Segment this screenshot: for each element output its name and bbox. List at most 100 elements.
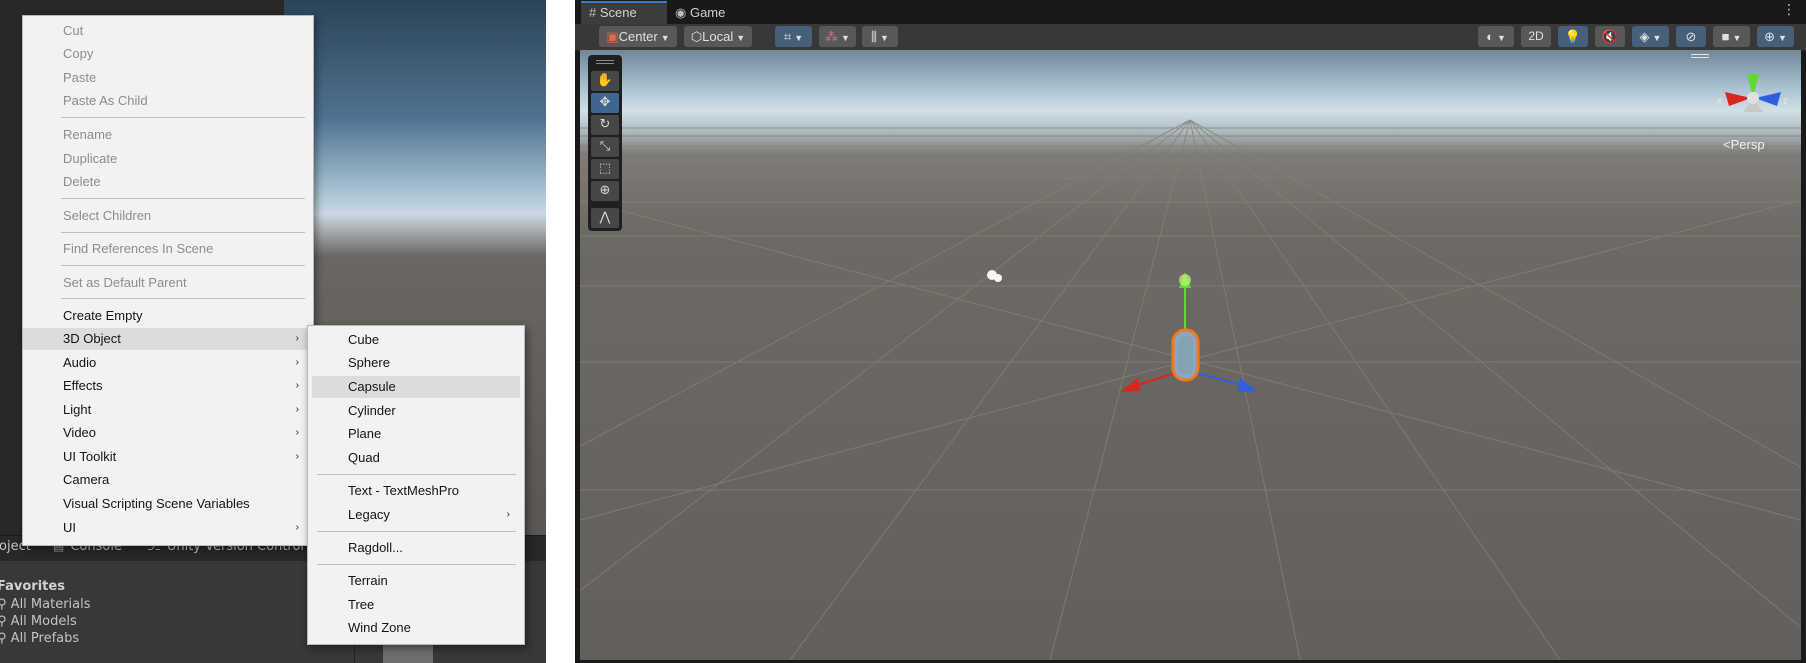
- submenu-item-wind-zone[interactable]: Wind Zone: [308, 617, 524, 639]
- chevron-down-icon: ▼: [1777, 33, 1787, 43]
- tab-scene[interactable]: # Scene: [581, 1, 667, 24]
- submenu-item-legacy[interactable]: Legacy ›: [308, 504, 524, 526]
- projection-toggle[interactable]: <Persp: [1723, 137, 1765, 152]
- increment-snap-toggle[interactable]: ⁂ ▼: [819, 26, 856, 47]
- menu-item-select-children[interactable]: Select Children: [23, 205, 313, 227]
- menu-item-paste[interactable]: Paste: [23, 67, 313, 89]
- favorites-header[interactable]: Favorites: [0, 579, 65, 594]
- camera-settings-dropdown[interactable]: ■ ▼: [1713, 26, 1750, 47]
- menu-item-cut[interactable]: Cut: [23, 20, 313, 42]
- menu-separator: [61, 117, 305, 118]
- menu-item-paste-as-child[interactable]: Paste As Child: [23, 90, 313, 112]
- menu-item-label: Legacy: [348, 507, 390, 522]
- 2d-mode-toggle[interactable]: 2D: [1521, 26, 1551, 47]
- scene-viewport[interactable]: ✋ ✥ ↻ ⤡ ⬚ ⊕ ⋀ x z <Persp: [580, 50, 1801, 660]
- chevron-right-icon: ›: [295, 522, 299, 533]
- submenu-item-capsule[interactable]: Capsule: [312, 376, 520, 398]
- transform-tool-icon[interactable]: ⊕: [591, 181, 619, 201]
- menu-item-delete[interactable]: Delete: [23, 171, 313, 193]
- scene-visibility-toggle[interactable]: ⊘: [1676, 26, 1706, 47]
- gamepad-icon: ◉: [675, 5, 687, 20]
- grid-snap-toggle[interactable]: ⌗ ▼: [775, 26, 812, 47]
- camera-icon: ■: [1721, 29, 1730, 44]
- orientation-gizmo[interactable]: x z: [1713, 62, 1793, 132]
- rect-tool-icon[interactable]: ⬚: [591, 159, 619, 179]
- chevron-down-icon: ▼: [736, 33, 746, 43]
- menu-item-label: Light: [63, 402, 92, 417]
- scale-tool-icon[interactable]: ⤡: [591, 137, 619, 157]
- submenu-item-plane[interactable]: Plane: [308, 423, 524, 445]
- menu-separator: [61, 232, 305, 233]
- menu-item-duplicate[interactable]: Duplicate: [23, 148, 313, 170]
- lighting-toggle[interactable]: 💡: [1558, 26, 1588, 47]
- chevron-right-icon: ›: [506, 509, 510, 520]
- menu-item-create-empty[interactable]: Create Empty: [23, 305, 313, 327]
- favorite-label: All Materials: [10, 597, 91, 612]
- menu-item-label: UI Toolkit: [63, 449, 117, 464]
- layers-icon: ◈: [1639, 29, 1650, 44]
- chevron-left-icon: <: [1723, 137, 1731, 152]
- menu-item-set-default-parent[interactable]: Set as Default Parent: [23, 272, 313, 294]
- orientation-gizmo-menu-icon[interactable]: [1691, 54, 1709, 55]
- gizmo-globe-icon: ⊕: [1764, 29, 1775, 44]
- scene-window: # Scene ◉ Game ⋮ ▣Center ▼ ⬡Local ▼ ⌗ ▼ ⁂ ▼ …: [575, 0, 1806, 663]
- chevron-right-icon: ›: [295, 357, 299, 368]
- menu-item-find-references[interactable]: Find References In Scene: [23, 238, 313, 260]
- search-icon: ⚲: [0, 597, 7, 612]
- draw-mode-dropdown[interactable]: ◐ ▼: [1478, 26, 1514, 47]
- pivot-mode-label: Center: [618, 29, 658, 44]
- chevron-down-icon: ▼: [1496, 33, 1506, 43]
- chevron-right-icon: ›: [295, 451, 299, 462]
- grid-snap-icon: ⌗: [783, 29, 792, 44]
- custom-tool-icon[interactable]: ⋀: [591, 208, 619, 228]
- axis-z-label: z: [1783, 96, 1788, 107]
- hand-tool-icon[interactable]: ✋: [591, 71, 619, 91]
- submenu-item-cube[interactable]: Cube: [308, 329, 524, 351]
- menu-separator: [317, 531, 516, 532]
- chevron-right-icon: ›: [295, 380, 299, 391]
- submenu-item-quad[interactable]: Quad: [308, 447, 524, 469]
- menu-item-ui-toolkit[interactable]: UI Toolkit ›: [23, 446, 313, 468]
- move-tool-icon[interactable]: ✥: [591, 93, 619, 113]
- rotate-tool-icon[interactable]: ↻: [591, 115, 619, 135]
- pivot-mode-dropdown[interactable]: ▣Center ▼: [599, 26, 677, 47]
- menu-item-rename[interactable]: Rename: [23, 124, 313, 146]
- menu-item-video[interactable]: Video ›: [23, 422, 313, 444]
- chevron-right-icon: ›: [295, 404, 299, 415]
- menu-item-label: Video: [63, 425, 97, 440]
- menu-item-light[interactable]: Light ›: [23, 399, 313, 421]
- menu-item-camera[interactable]: Camera: [23, 469, 313, 491]
- menu-item-visual-scripting[interactable]: Visual Scripting Scene Variables: [23, 493, 313, 515]
- align-dropdown[interactable]: ⫼ ▼: [862, 26, 898, 47]
- hidden-eye-icon: ⊘: [1685, 29, 1697, 44]
- favorite-item[interactable]: ⚲ All Prefabs: [0, 631, 79, 646]
- favorites-title: Favorites: [0, 579, 65, 594]
- menu-item-audio[interactable]: Audio ›: [23, 352, 313, 374]
- favorite-item[interactable]: ⚲ All Models: [0, 614, 77, 629]
- menu-separator: [317, 564, 516, 565]
- submenu-item-tree[interactable]: Tree: [308, 594, 524, 616]
- submenu-item-text-textmeshpro[interactable]: Text - TextMeshPro: [308, 480, 524, 502]
- tab-game[interactable]: ◉ Game: [667, 1, 725, 24]
- drag-handle[interactable]: [596, 60, 614, 61]
- space-mode-dropdown[interactable]: ⬡Local ▼: [684, 26, 752, 47]
- effects-dropdown[interactable]: ◈ ▼: [1632, 26, 1669, 47]
- audio-toggle[interactable]: 🔇: [1595, 26, 1625, 47]
- menu-item-label: Audio: [63, 355, 97, 370]
- pivot-icon: ▣: [606, 29, 619, 44]
- submenu-item-cylinder[interactable]: Cylinder: [308, 400, 524, 422]
- menu-item-copy[interactable]: Copy: [23, 43, 313, 65]
- more-options-icon[interactable]: ⋮: [1782, 2, 1796, 18]
- menu-item-3d-object[interactable]: 3D Object ›: [23, 328, 313, 350]
- submenu-item-sphere[interactable]: Sphere: [308, 352, 524, 374]
- menu-item-ui[interactable]: UI ›: [23, 517, 313, 539]
- favorite-item[interactable]: ⚲ All Materials: [0, 597, 91, 612]
- scene-ground-grid: [580, 119, 1801, 660]
- scene-toolbar: ▣Center ▼ ⬡Local ▼ ⌗ ▼ ⁂ ▼ ⫼ ▼ ◐ ▼ 2D 💡 🔇 ◈ ▼ ⊘…: [575, 24, 1806, 51]
- search-icon: ⚲: [0, 631, 7, 646]
- submenu-item-ragdoll[interactable]: Ragdoll...: [308, 537, 524, 559]
- submenu-item-terrain[interactable]: Terrain: [308, 570, 524, 592]
- menu-item-effects[interactable]: Effects ›: [23, 375, 313, 397]
- align-icon: ⫼: [871, 29, 878, 44]
- gizmos-dropdown[interactable]: ⊕ ▼: [1757, 26, 1794, 47]
